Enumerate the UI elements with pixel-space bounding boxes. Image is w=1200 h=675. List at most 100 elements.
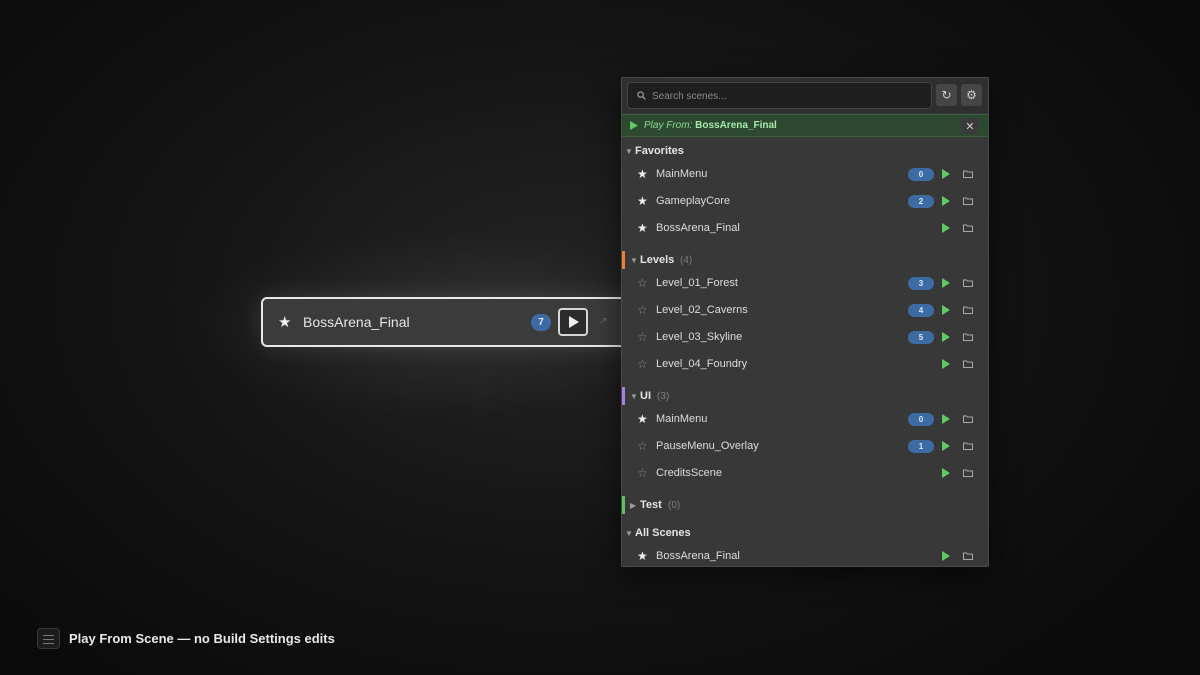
scene-name: Level_02_Caverns: [656, 304, 748, 316]
scene-row[interactable]: ★ BossArena_Final: [622, 216, 988, 243]
build-index-badge: 5: [908, 331, 934, 344]
star-outline-icon[interactable]: ☆: [637, 466, 648, 480]
section-count: (0): [668, 500, 681, 511]
section-count: (3): [657, 391, 670, 402]
play-icon[interactable]: [942, 196, 950, 206]
search-icon: [637, 91, 646, 100]
play-icon: [630, 121, 638, 130]
folder-icon[interactable]: [963, 306, 973, 314]
folder-icon[interactable]: [963, 552, 973, 560]
list-icon: [37, 628, 60, 649]
section-title: Levels: [640, 254, 675, 266]
play-icon[interactable]: [942, 169, 950, 179]
chevron-down-icon[interactable]: ▼: [630, 256, 638, 265]
scene-row[interactable]: ★ MainMenu 0: [622, 407, 988, 434]
play-icon[interactable]: [942, 468, 950, 478]
scene-name: Level_04_Foundry: [656, 358, 748, 370]
build-index-badge: 0: [908, 168, 934, 181]
play-icon[interactable]: [942, 414, 950, 424]
scene-row[interactable]: ☆ Level_03_Skyline 5: [622, 325, 988, 352]
star-filled-icon[interactable]: ★: [637, 549, 648, 563]
section-header-levels[interactable]: ▼ Levels (4): [622, 250, 988, 272]
close-banner-button[interactable]: ✕: [961, 118, 979, 134]
star-outline-icon[interactable]: ☆: [637, 357, 648, 371]
section-header-test[interactable]: ▶ Test (0): [622, 495, 988, 517]
play-icon[interactable]: [942, 551, 950, 561]
scene-name: PauseMenu_Overlay: [656, 440, 759, 452]
star-outline-icon[interactable]: ☆: [637, 303, 648, 317]
chevron-down-icon[interactable]: ▼: [625, 529, 633, 538]
section-header-ui[interactable]: ▼ UI (3): [622, 386, 988, 408]
folder-icon[interactable]: [963, 333, 973, 341]
build-index-badge: 7: [531, 314, 551, 331]
scene-name: Level_03_Skyline: [656, 331, 743, 343]
scene-toolbar-widget[interactable]: ★ BossArena_Final 7 ↗: [261, 297, 633, 347]
star-filled-icon[interactable]: ★: [637, 221, 648, 235]
scene-row[interactable]: ☆ PauseMenu_Overlay 1: [622, 434, 988, 461]
pin-icon[interactable]: ↗: [599, 316, 607, 327]
scene-name: BossArena_Final: [656, 550, 740, 562]
section-header-all-scenes[interactable]: ▼ All Scenes: [622, 523, 988, 545]
build-index-badge: 4: [908, 304, 934, 317]
star-outline-icon[interactable]: ☆: [637, 330, 648, 344]
section-title: Favorites: [635, 145, 684, 157]
play-icon[interactable]: [942, 305, 950, 315]
favorite-star-icon[interactable]: ★: [278, 313, 291, 331]
section-title: UI: [640, 390, 651, 402]
build-index-badge: 0: [908, 413, 934, 426]
search-box[interactable]: [627, 82, 932, 109]
build-index-badge: 3: [908, 277, 934, 290]
play-scene-button[interactable]: [558, 308, 588, 336]
scene-row[interactable]: ★ BossArena_Final: [622, 544, 988, 566]
chevron-right-icon[interactable]: ▶: [630, 501, 636, 510]
scene-name: Level_01_Forest: [656, 277, 738, 289]
play-icon[interactable]: [942, 278, 950, 288]
scene-row[interactable]: ☆ Level_02_Caverns 4: [622, 298, 988, 325]
section-title: Test: [640, 499, 662, 511]
play-icon[interactable]: [942, 441, 950, 451]
play-icon: [568, 316, 579, 328]
chevron-down-icon[interactable]: ▼: [625, 147, 633, 156]
folder-icon[interactable]: [963, 415, 973, 423]
folder-icon[interactable]: [963, 442, 973, 450]
caption-text: Play From Scene — no Build Settings edit…: [69, 631, 335, 646]
section-header-favorites[interactable]: ▼ Favorites: [622, 141, 988, 163]
scene-name: GameplayCore: [656, 195, 730, 207]
star-filled-icon[interactable]: ★: [637, 412, 648, 426]
play-icon[interactable]: [942, 332, 950, 342]
scene-name: CreditsScene: [656, 467, 723, 479]
section-accent-bar: [622, 496, 625, 514]
refresh-button[interactable]: ↻: [936, 84, 957, 106]
scene-row[interactable]: ☆ Level_04_Foundry: [622, 352, 988, 379]
play-from-label: Play From: BossArena_Final: [644, 120, 777, 131]
section-count: (4): [680, 255, 693, 266]
section-accent-bar: [622, 251, 625, 269]
scene-row[interactable]: ★ MainMenu 0: [622, 162, 988, 189]
search-row: ↻ ⚙: [622, 78, 988, 113]
section-title: All Scenes: [635, 527, 691, 539]
section-accent-bar: [622, 387, 625, 405]
scene-picker-panel: ↻ ⚙ Play From: BossArena_Final ✕ ▼Favori…: [621, 77, 989, 567]
scene-name: MainMenu: [656, 413, 708, 425]
folder-icon[interactable]: [963, 279, 973, 287]
scene-row[interactable]: ★ GameplayCore 2: [622, 189, 988, 216]
play-from-prefix: Play From:: [644, 120, 693, 131]
play-icon[interactable]: [942, 223, 950, 233]
folder-icon[interactable]: [963, 197, 973, 205]
scene-row[interactable]: ☆ CreditsScene: [622, 461, 988, 488]
chevron-down-icon[interactable]: ▼: [630, 392, 638, 401]
folder-icon[interactable]: [963, 469, 973, 477]
star-filled-icon[interactable]: ★: [637, 167, 648, 181]
star-filled-icon[interactable]: ★: [637, 194, 648, 208]
folder-icon[interactable]: [963, 360, 973, 368]
build-index-badge: 2: [908, 195, 934, 208]
folder-icon[interactable]: [963, 224, 973, 232]
search-input[interactable]: [652, 87, 922, 105]
folder-icon[interactable]: [963, 170, 973, 178]
scene-row[interactable]: ☆ Level_01_Forest 3: [622, 271, 988, 298]
star-outline-icon[interactable]: ☆: [637, 439, 648, 453]
play-icon[interactable]: [942, 359, 950, 369]
star-outline-icon[interactable]: ☆: [637, 276, 648, 290]
settings-button[interactable]: ⚙: [961, 84, 982, 106]
play-from-scene: BossArena_Final: [695, 120, 777, 131]
